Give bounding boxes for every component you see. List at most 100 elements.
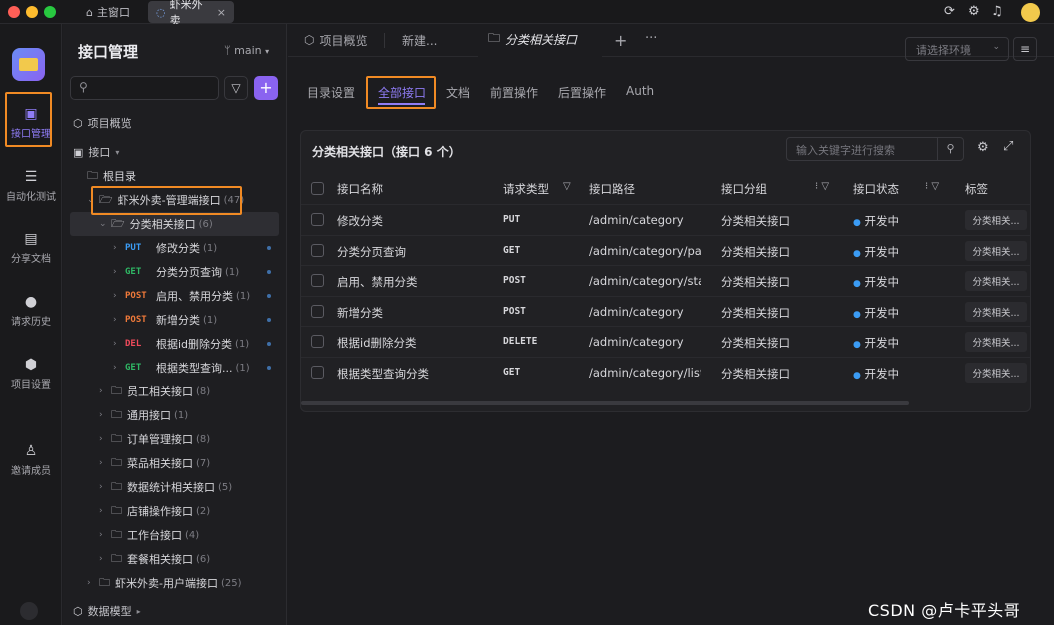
tab-overview[interactable]: ⬡ 项目概览 bbox=[304, 24, 368, 56]
env-select[interactable]: 请选择环境 ⌄ bbox=[905, 37, 1009, 61]
horizontal-scrollbar[interactable] bbox=[301, 401, 909, 405]
subtab-docs[interactable]: 文档 bbox=[446, 84, 470, 101]
row-checkbox[interactable] bbox=[311, 304, 324, 318]
highlight-box-all-apis bbox=[366, 76, 436, 109]
row-checkbox[interactable] bbox=[311, 243, 324, 257]
filter-icon: ▽ bbox=[231, 81, 241, 95]
folder-label: 菜品相关接口 bbox=[127, 457, 193, 470]
folder-icon: 🗀 bbox=[99, 575, 110, 589]
gear-icon[interactable]: ⚙ bbox=[977, 140, 989, 155]
rail-item-request-history[interactable]: ● 请求历史 bbox=[0, 294, 62, 328]
subtab-dir-settings[interactable]: 目录设置 bbox=[307, 84, 355, 101]
api-group: 分类相关接口 bbox=[721, 275, 790, 289]
row-checkbox[interactable] bbox=[311, 365, 324, 379]
tab-new[interactable]: 新建... bbox=[402, 24, 437, 56]
folder-label: 店铺操作接口 bbox=[127, 505, 193, 518]
api-status: ● 开发中 bbox=[853, 244, 900, 259]
sidebar-root-dir[interactable]: 🗀 根目录 bbox=[87, 164, 311, 188]
chevron-right-icon: › bbox=[99, 482, 103, 492]
select-all-checkbox[interactable] bbox=[311, 182, 324, 195]
api-name[interactable]: 修改分类 bbox=[337, 213, 487, 229]
api-item-count: (1) bbox=[235, 362, 250, 374]
api-item-count: (1) bbox=[203, 242, 218, 254]
filter-button[interactable]: ▽ bbox=[224, 76, 248, 100]
table-row[interactable]: 修改分类 PUT/admin/category 分类相关接口 ● 开发中 分类相关... bbox=[301, 204, 1030, 234]
add-button[interactable]: + bbox=[254, 76, 278, 100]
sidebar-item-data-model[interactable]: ⬡ 数据模型 ▸ bbox=[73, 599, 297, 623]
home-tab[interactable]: ⌂ 主窗口 bbox=[78, 1, 138, 23]
api-table-panel: 分类相关接口（接口 6 个） 输入关键字进行搜索 ⚲ ⚙ ⤢ 接口名称 请求类型… bbox=[300, 130, 1031, 412]
menu-button[interactable]: ≡ bbox=[1013, 37, 1037, 61]
branch-selector[interactable]: ᛘ main ▾ bbox=[224, 44, 269, 57]
folder-icon: 🗀 bbox=[111, 431, 122, 445]
folder-count: (8) bbox=[196, 385, 211, 397]
rail-item-share-docs[interactable]: ▤ 分享文档 bbox=[0, 231, 62, 265]
search-input[interactable]: ⚲ bbox=[70, 76, 219, 100]
api-status: ● 开发中 bbox=[853, 336, 900, 350]
api-item-label: 新增分类 bbox=[156, 314, 200, 327]
minimize-window-button[interactable] bbox=[26, 6, 38, 18]
rail-item-project-settings[interactable]: ⬢ 项目设置 bbox=[0, 357, 62, 391]
rail-item-automation-test[interactable]: ☰ 自动化测试 bbox=[0, 169, 62, 203]
avatar[interactable] bbox=[1021, 3, 1040, 22]
new-tab-plus-icon[interactable]: + bbox=[614, 31, 627, 50]
app-logo bbox=[12, 48, 45, 81]
api-path: /admin/category/status bbox=[589, 274, 701, 288]
table-row[interactable]: 新增分类 POST/admin/category 分类相关接口 ● 开发中 分类相关..… bbox=[301, 295, 1030, 326]
sidebar-item-api[interactable]: ▣ 接口 ▾ bbox=[73, 140, 297, 164]
subtab-auth[interactable]: Auth bbox=[626, 84, 654, 98]
subtab-post-ops[interactable]: 后置操作 bbox=[558, 84, 606, 101]
method-badge: PUT bbox=[125, 243, 142, 253]
rail-item-invite-members[interactable]: ♙ 邀请成员 bbox=[0, 443, 62, 477]
folder-label: 订单管理接口 bbox=[127, 433, 193, 446]
chevron-right-icon: › bbox=[99, 506, 103, 516]
table-row[interactable]: 根据类型查询分类 GET/admin/category/list 分类相关接口 ● 开… bbox=[301, 356, 1030, 387]
refresh-icon[interactable]: ⟳ bbox=[944, 4, 955, 19]
row-checkbox[interactable] bbox=[311, 213, 324, 226]
title-bar: ⌂ 主窗口 ◌ 虾米外卖 × ⟳ ⚙ ♫ bbox=[0, 0, 1054, 27]
api-name[interactable]: 新增分类 bbox=[337, 305, 487, 321]
column-menu-icon[interactable]: ⁝ ▽ bbox=[815, 181, 829, 192]
api-path: /admin/category bbox=[589, 213, 684, 227]
project-tab[interactable]: ◌ 虾米外卖 × bbox=[148, 0, 234, 27]
filter-icon[interactable]: ▽ bbox=[563, 181, 571, 192]
api-name[interactable]: 根据id删除分类 bbox=[337, 335, 487, 351]
tab-category-apis[interactable]: 🗀 分类相关接口 bbox=[478, 24, 602, 57]
maximize-window-button[interactable] bbox=[44, 6, 56, 18]
gear-icon[interactable]: ⚙ bbox=[968, 4, 980, 19]
table-search-input[interactable]: 输入关键字进行搜索 ⚲ bbox=[786, 137, 964, 161]
table-row[interactable]: 启用、禁用分类 POST/admin/category/status 分类相关接口 ●… bbox=[301, 265, 1030, 295]
close-window-button[interactable] bbox=[8, 6, 20, 18]
row-checkbox[interactable] bbox=[311, 274, 324, 287]
folder-user[interactable]: › 🗀 虾米外卖-用户端接口 (25) bbox=[87, 571, 311, 595]
table-row[interactable]: 分类分页查询 GET/admin/category/page 分类相关接口 ● 开发中… bbox=[301, 234, 1030, 265]
chevron-down-icon: ▾ bbox=[265, 47, 270, 56]
api-name[interactable]: 启用、禁用分类 bbox=[337, 274, 487, 290]
table-row[interactable]: 根据id删除分类 DELETE/admin/category 分类相关接口 ● 开发中… bbox=[301, 326, 1030, 356]
search-icon[interactable]: ⚲ bbox=[937, 138, 963, 160]
col-header-tag: 标签 bbox=[965, 182, 988, 196]
subtab-pre-ops[interactable]: 前置操作 bbox=[490, 84, 538, 101]
status-dot: ● bbox=[853, 370, 861, 381]
chevron-right-icon: › bbox=[113, 363, 117, 373]
col-header-path: 接口路径 bbox=[589, 182, 635, 196]
close-tab-icon[interactable]: × bbox=[217, 6, 226, 19]
bell-icon[interactable]: ♫ bbox=[991, 4, 1003, 19]
sidebar-item-overview[interactable]: ⬡ 项目概览 bbox=[73, 111, 297, 135]
more-icon[interactable]: ··· bbox=[645, 31, 657, 46]
status-dot bbox=[267, 294, 271, 298]
invite-user-icon: ♙ bbox=[24, 443, 38, 459]
caret-right-icon: ▸ bbox=[136, 606, 141, 616]
branch-icon: ᛘ bbox=[224, 44, 231, 57]
column-menu-icon[interactable]: ⁝ ▽ bbox=[925, 181, 939, 192]
api-name[interactable]: 根据类型查询分类 bbox=[337, 366, 487, 382]
row-checkbox[interactable] bbox=[311, 335, 324, 348]
api-name[interactable]: 分类分页查询 bbox=[337, 244, 487, 260]
root-folder-icon: 🗀 bbox=[87, 168, 98, 182]
expand-icon[interactable]: ⤢ bbox=[1003, 139, 1013, 154]
api-item-label: 根据id删除分类 bbox=[156, 338, 233, 351]
folder-category[interactable]: ⌄ 🗁 分类相关接口 (6) bbox=[70, 212, 279, 236]
chevron-down-icon: ⌄ bbox=[992, 42, 1000, 52]
method-badge: PUT bbox=[503, 214, 521, 225]
chevron-right-icon: › bbox=[87, 578, 91, 588]
